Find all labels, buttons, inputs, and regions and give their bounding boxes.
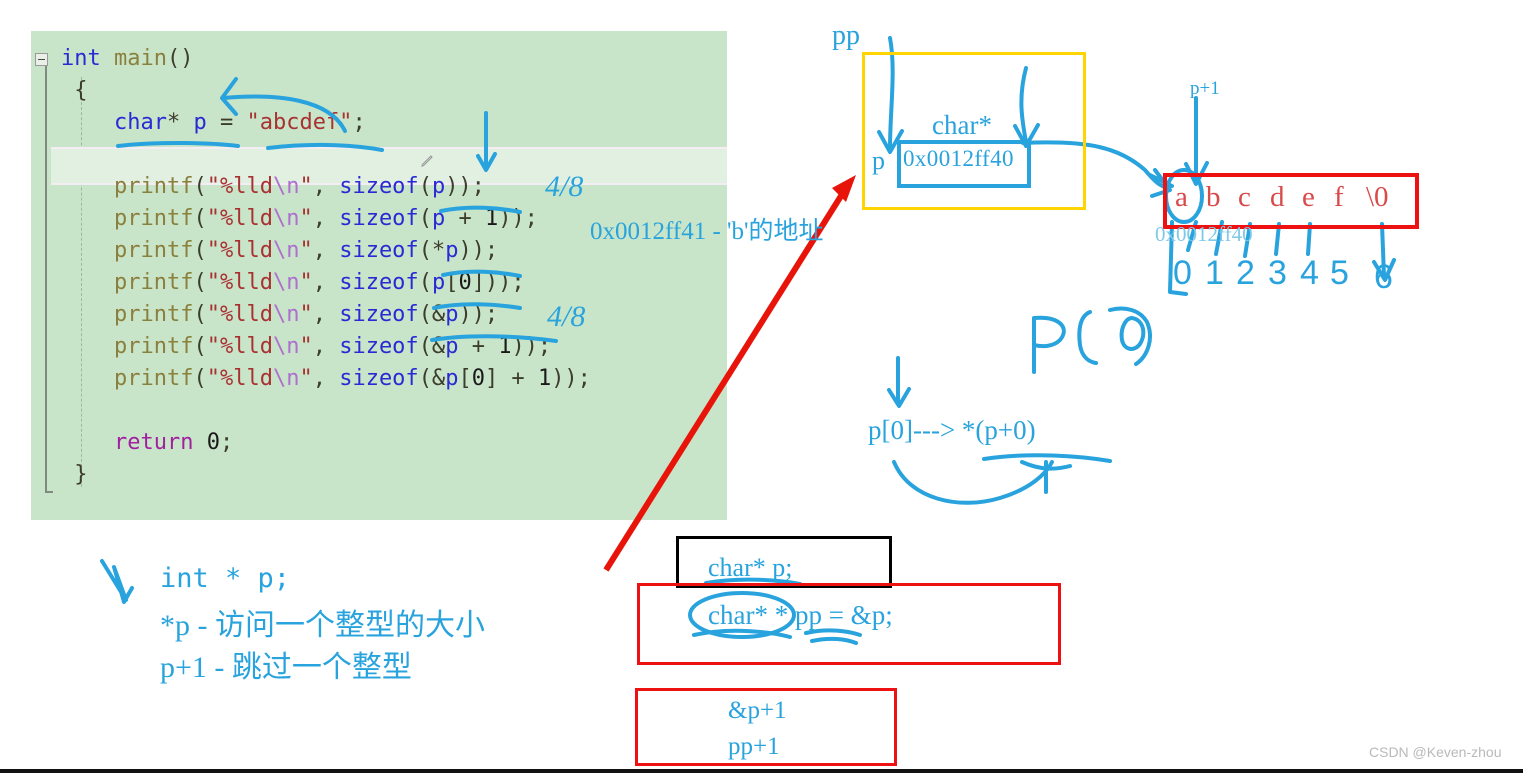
array-index-2: 2: [1236, 254, 1255, 292]
array-index-4: 4: [1300, 254, 1319, 292]
collapse-minus-icon[interactable]: [35, 53, 48, 66]
array-cell-4: e: [1302, 181, 1315, 213]
array-index-5: 5: [1330, 254, 1349, 292]
black-box-text: char* p;: [708, 553, 793, 582]
array-cell-2: c: [1238, 181, 1251, 213]
p0-expansion-note: p[0]---> *(p+0): [868, 415, 1036, 445]
address-annotation: 0x0012ff41 - 'b'的地址: [590, 218, 824, 245]
p-plus-1-label: p+1: [1190, 78, 1220, 99]
code-text[interactable]: int main() { char* p = "abcdef"; printf(…: [61, 43, 591, 491]
sizeof-amp-p-note: 4/8: [547, 300, 586, 333]
pp-label: pp: [832, 20, 860, 51]
array-index-3: 3: [1268, 254, 1287, 292]
note-int-pointer-decl: int * p;: [160, 563, 291, 594]
red-box-line-1: &p+1: [728, 697, 787, 724]
p-value-text: 0x0012ff40: [903, 146, 1014, 171]
code-fold-guide-line: [45, 53, 53, 493]
red-box-line-2: pp+1: [728, 733, 780, 760]
array-cell-3: d: [1270, 181, 1285, 213]
array-cell-5: f: [1334, 181, 1344, 213]
array-index-1: 1: [1205, 254, 1224, 292]
note-pointer-arith: p+1 - 跳过一个整型: [160, 651, 412, 684]
top-right-white-strip: [1391, 0, 1523, 6]
array-cell-6: \0: [1366, 181, 1389, 213]
watermark: CSDN @Keven-zhou: [1369, 744, 1502, 760]
code-editor-panel[interactable]: int main() { char* p = "abcdef"; printf(…: [31, 31, 727, 520]
array-index-6: 6: [1374, 258, 1393, 296]
note-deref-size: *p - 访问一个整型的大小: [160, 609, 485, 642]
sizeof-p-note: 4/8: [545, 170, 584, 203]
red-box-decl-text: char* * pp = &p;: [708, 600, 893, 630]
p-label: p: [872, 146, 885, 175]
array-cell-1: b: [1206, 181, 1221, 213]
array-address-label: 0x0012ff40: [1155, 222, 1253, 246]
array-index-0: 0: [1173, 254, 1192, 292]
array-cell-0: a: [1175, 181, 1188, 213]
charstar-label: char*: [932, 110, 992, 140]
bottom-black-strip: [0, 769, 1523, 773]
